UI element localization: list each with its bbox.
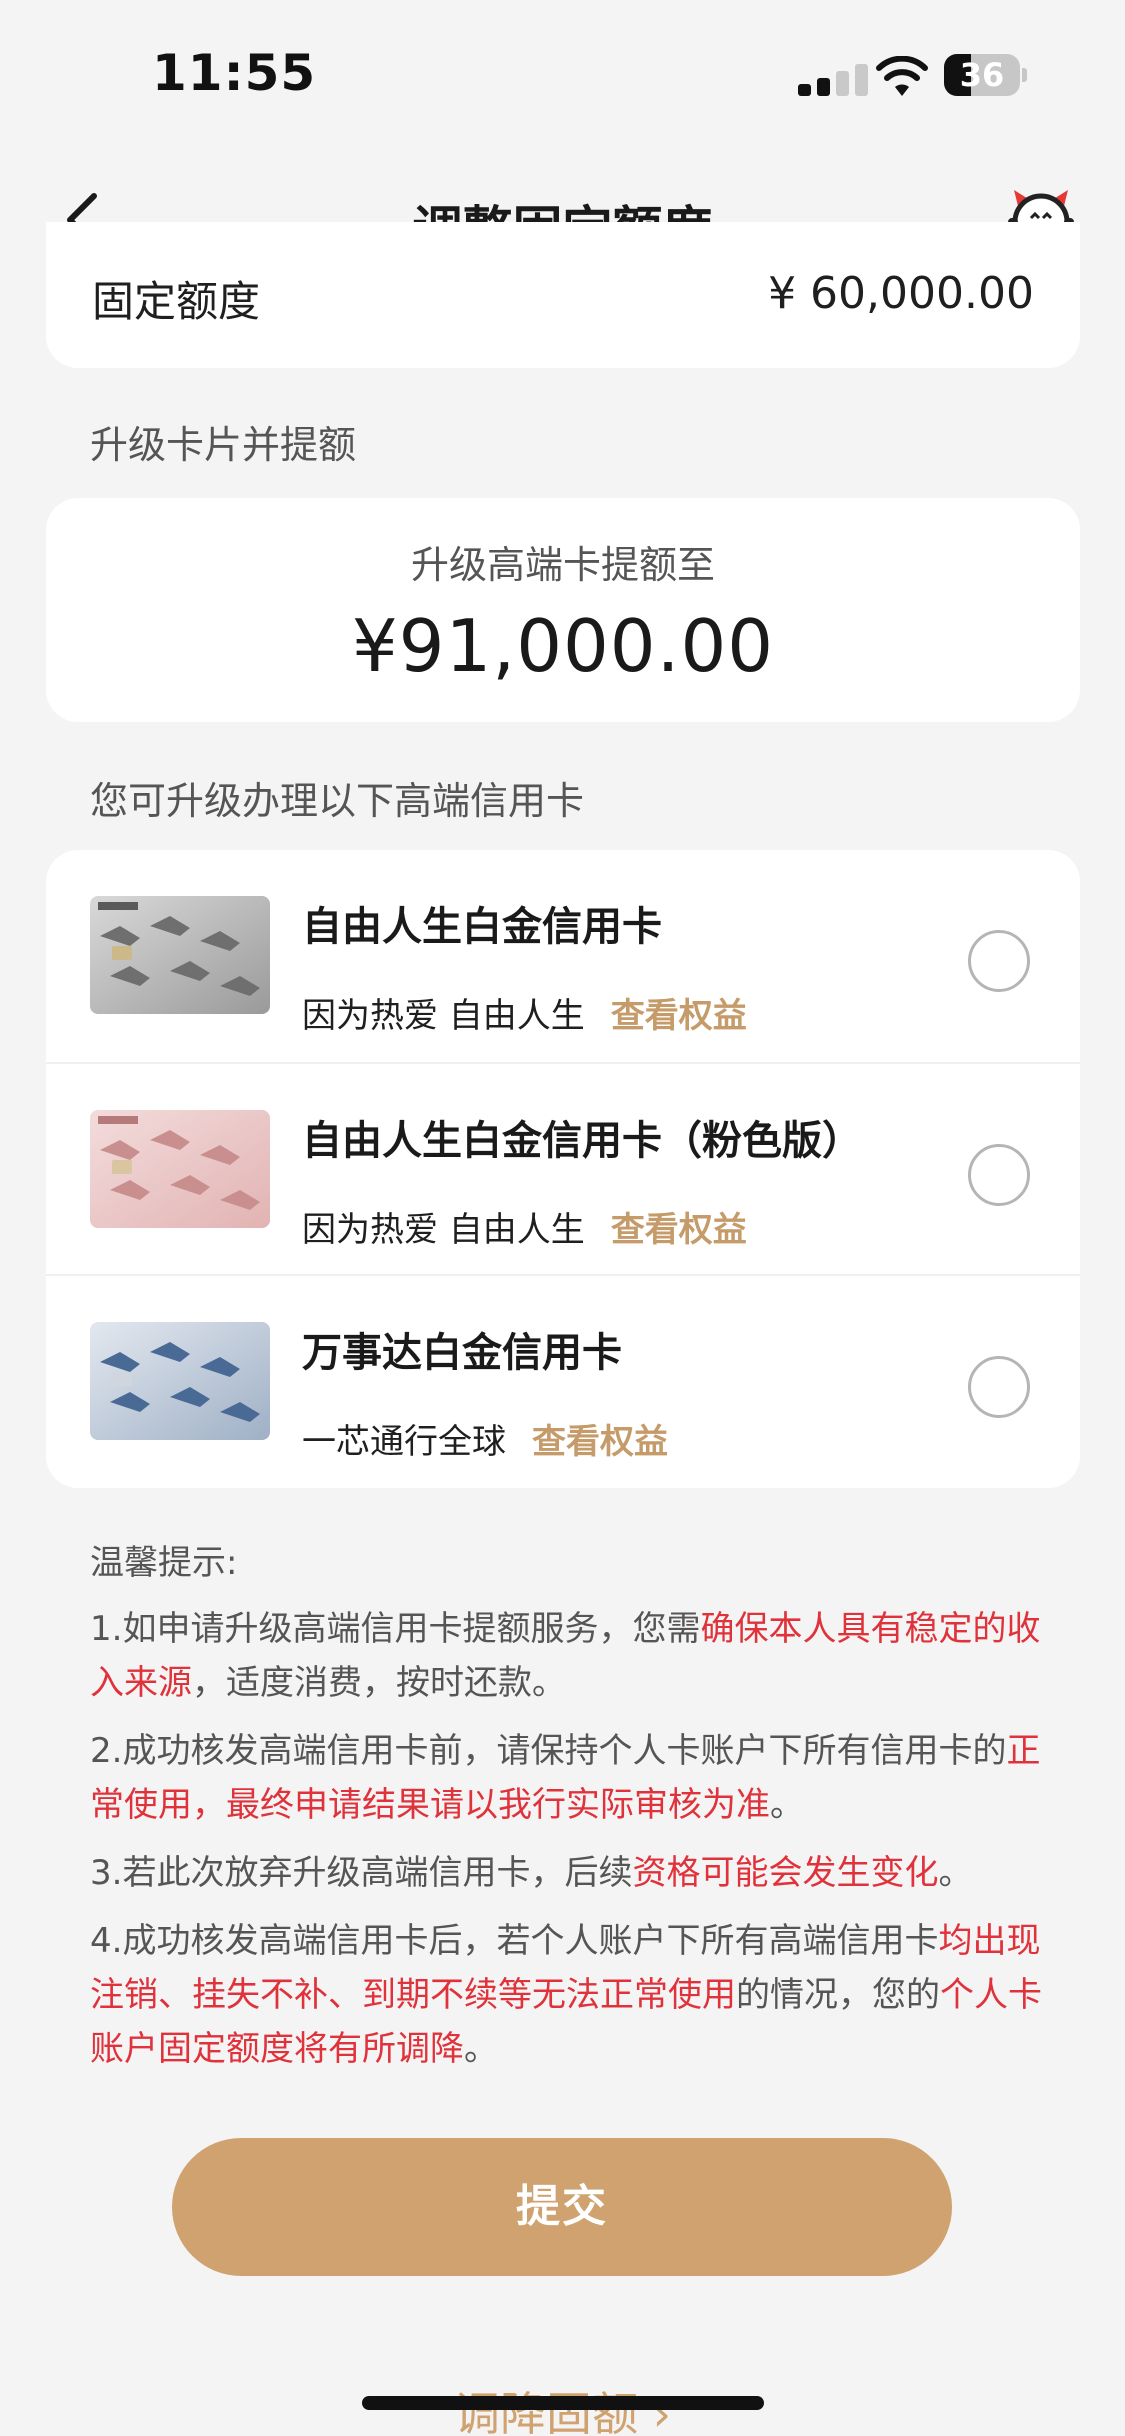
screen: 11:55 36 调整固定额度 — [0, 0, 1125, 2436]
card-list: 自由人生白金信用卡 因为热爱 自由人生查看权益 自由人生白金信用卡（粉色版） — [46, 850, 1080, 1488]
mastercard-platinum-card-image — [90, 1322, 270, 1440]
card-slogan: 一芯通行全球 — [302, 1422, 506, 1462]
battery-percent: 36 — [959, 56, 1005, 94]
upgrade-section-title: 升级卡片并提额 — [90, 423, 357, 467]
status-time: 11:55 — [152, 44, 317, 102]
fixed-limit-label: 固定额度 — [92, 277, 261, 326]
card-slogan: 因为热爱 自由人生 — [302, 996, 585, 1036]
card-radio-button[interactable] — [968, 1144, 1030, 1206]
card-name: 自由人生白金信用卡 — [302, 904, 662, 950]
home-indicator — [362, 2396, 764, 2410]
fixed-limit-card: 固定额度 ¥ 60,000.00 — [46, 222, 1080, 368]
cellular-signal-icon — [798, 62, 870, 96]
tips-title: 温馨提示: — [90, 1543, 238, 1583]
upgrade-subtitle: 升级高端卡提额至 — [410, 543, 715, 587]
card-option-free-life-pink[interactable]: 自由人生白金信用卡（粉色版） 因为热爱 自由人生 查看权益 — [46, 1062, 1080, 1274]
fixed-limit-value: ¥ 60,000.00 — [768, 268, 1034, 319]
tips-section: 温馨提示: 1.如申请升级高端信用卡提额服务，您需确保本人具有稳定的收入来源，适… — [90, 1536, 1050, 2090]
card-option-mastercard[interactable]: 万事达白金信用卡 一芯通行全球 查看权益 — [46, 1274, 1080, 1486]
card-name: 自由人生白金信用卡（粉色版） — [302, 1118, 862, 1164]
platinum-card-image — [90, 896, 270, 1014]
status-bar: 11:55 36 — [0, 0, 1125, 150]
upgrade-amount-card: 升级高端卡提额至 ¥91,000.00 — [46, 498, 1080, 722]
wifi-icon — [876, 56, 928, 96]
card-slogan-line: 因为热爱 自由人生 查看权益 — [302, 1202, 747, 1251]
card-slogan: 因为热爱 自由人生 — [302, 1210, 585, 1250]
card-slogan-line: 一芯通行全球 查看权益 — [302, 1414, 668, 1463]
view-benefits-link[interactable]: 查看权益 — [532, 1422, 668, 1462]
pink-platinum-card-image — [90, 1110, 270, 1228]
card-radio-button[interactable] — [968, 1356, 1030, 1418]
submit-button[interactable]: 提交 — [172, 2138, 952, 2276]
view-benefits-link[interactable]: 查看权益 — [611, 996, 747, 1036]
tip-item-3: 3.若此次放弃升级高端信用卡，后续资格可能会发生变化。 — [90, 1853, 973, 1893]
card-option-free-life[interactable]: 自由人生白金信用卡 因为热爱 自由人生 查看权益 — [46, 850, 1080, 1062]
battery-icon: 36 — [944, 54, 1028, 96]
cards-section-title: 您可升级办理以下高端信用卡 — [90, 779, 585, 823]
card-slogan-line: 因为热爱 自由人生 查看权益 — [302, 988, 747, 1037]
tip-item-4: 4.成功核发高端信用卡后，若个人账户下所有高端信用卡均出现注销、挂失不补、到期不… — [90, 1921, 1042, 2069]
tip-item-2: 2.成功核发高端信用卡前，请保持个人卡账户下所有信用卡的正常使用，最终申请结果请… — [90, 1731, 1041, 1825]
view-benefits-link[interactable]: 查看权益 — [611, 1210, 747, 1250]
card-radio-button[interactable] — [968, 930, 1030, 992]
tip-item-1: 1.如申请升级高端信用卡提额服务，您需确保本人具有稳定的收入来源，适度消费，按时… — [90, 1609, 1041, 1703]
upgrade-amount: ¥91,000.00 — [351, 604, 775, 688]
card-name: 万事达白金信用卡 — [302, 1330, 622, 1376]
